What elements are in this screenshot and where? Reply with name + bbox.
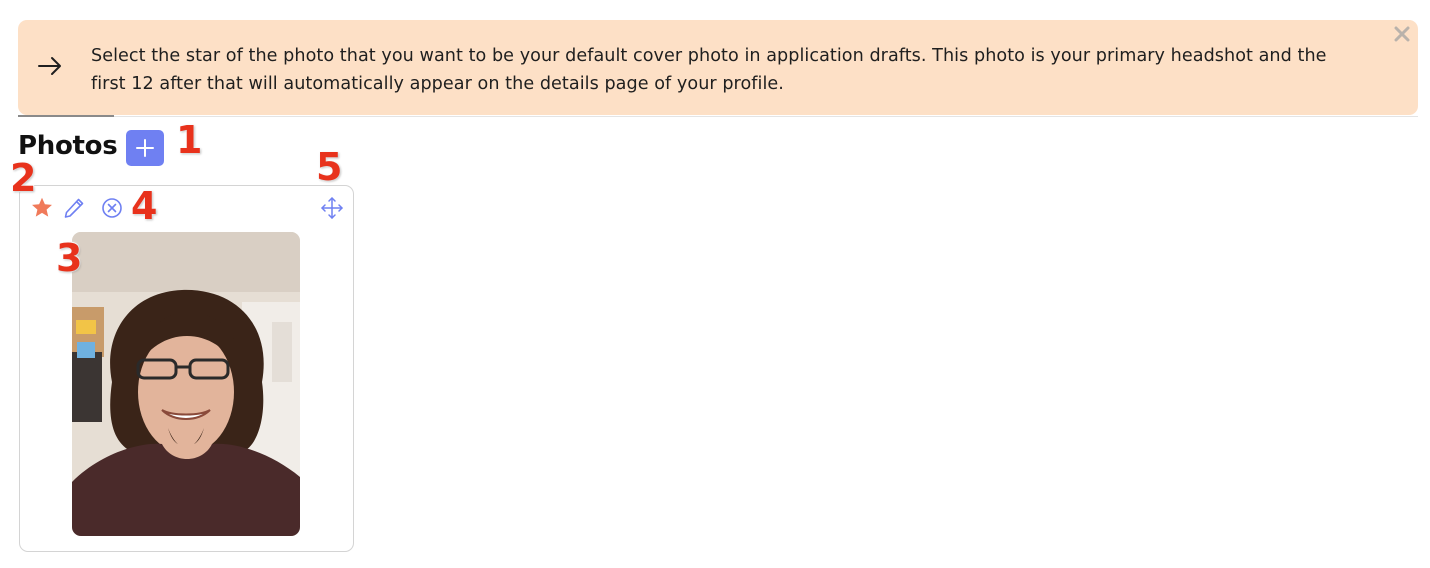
callout-5: 5	[315, 145, 343, 189]
callout-2: 2	[9, 156, 37, 200]
move-arrows-icon[interactable]	[320, 196, 344, 220]
arrow-right-icon	[38, 57, 61, 75]
close-icon[interactable]	[1392, 24, 1412, 44]
plus-icon	[136, 139, 154, 157]
tab-divider	[18, 116, 1418, 117]
callout-4: 4	[130, 184, 158, 228]
callout-1: 1	[175, 118, 203, 162]
add-photo-button[interactable]	[126, 130, 164, 166]
headshot-image	[72, 232, 300, 536]
active-tab-indicator	[18, 115, 114, 117]
headshot-photo[interactable]	[72, 232, 300, 536]
page: Select the star of the photo that you wa…	[0, 0, 1430, 568]
alert-message: Select the star of the photo that you wa…	[91, 46, 1327, 94]
remove-circle-icon[interactable]	[101, 197, 123, 219]
pencil-icon[interactable]	[62, 196, 86, 220]
callout-3: 3	[55, 236, 83, 280]
